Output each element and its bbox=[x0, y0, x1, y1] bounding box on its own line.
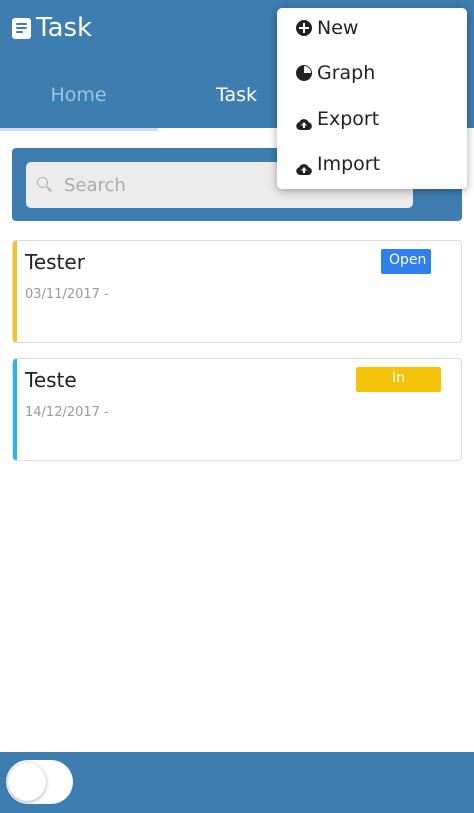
overflow-menu: New Graph Export Import bbox=[277, 8, 467, 189]
cloud-upload-icon bbox=[296, 113, 312, 130]
tab-divider bbox=[0, 128, 158, 131]
document-icon bbox=[12, 17, 31, 39]
tab-home[interactable]: Home bbox=[0, 70, 157, 128]
status-badge: In process bbox=[356, 367, 441, 408]
pie-chart-icon bbox=[296, 65, 312, 81]
task-date: 14/12/2017 - bbox=[25, 405, 109, 420]
menu-item-label: Import bbox=[317, 153, 381, 175]
menu-item-label: New bbox=[317, 17, 359, 39]
toggle-knob[interactable] bbox=[8, 763, 46, 801]
task-title: Tester bbox=[25, 250, 85, 274]
menu-item-label: Export bbox=[317, 108, 380, 130]
menu-item-import[interactable]: Import bbox=[296, 149, 380, 179]
plus-circle-icon bbox=[296, 20, 312, 36]
task-accent-bar bbox=[13, 359, 17, 460]
page-title: Task bbox=[36, 13, 93, 43]
title-row: Task bbox=[12, 14, 92, 42]
menu-item-graph[interactable]: Graph bbox=[296, 58, 375, 88]
menu-item-label: Graph bbox=[317, 62, 376, 84]
task-card[interactable]: Tester 03/11/2017 - Open bbox=[12, 240, 462, 343]
app: Task Home Task Tester 03/11/2017 - Open … bbox=[0, 0, 474, 813]
cloud-upload-icon bbox=[296, 158, 312, 175]
menu-item-new[interactable]: New bbox=[296, 13, 358, 43]
task-accent-bar bbox=[13, 241, 17, 342]
toggle-switch[interactable] bbox=[6, 760, 73, 804]
task-title: Teste bbox=[25, 368, 77, 392]
task-date: 03/11/2017 - bbox=[25, 287, 109, 302]
menu-item-export[interactable]: Export bbox=[296, 104, 379, 134]
search-icon bbox=[37, 177, 53, 193]
footer-bar bbox=[0, 752, 474, 813]
status-badge: Open bbox=[381, 249, 431, 274]
task-card[interactable]: Teste 14/12/2017 - In process bbox=[12, 358, 462, 461]
